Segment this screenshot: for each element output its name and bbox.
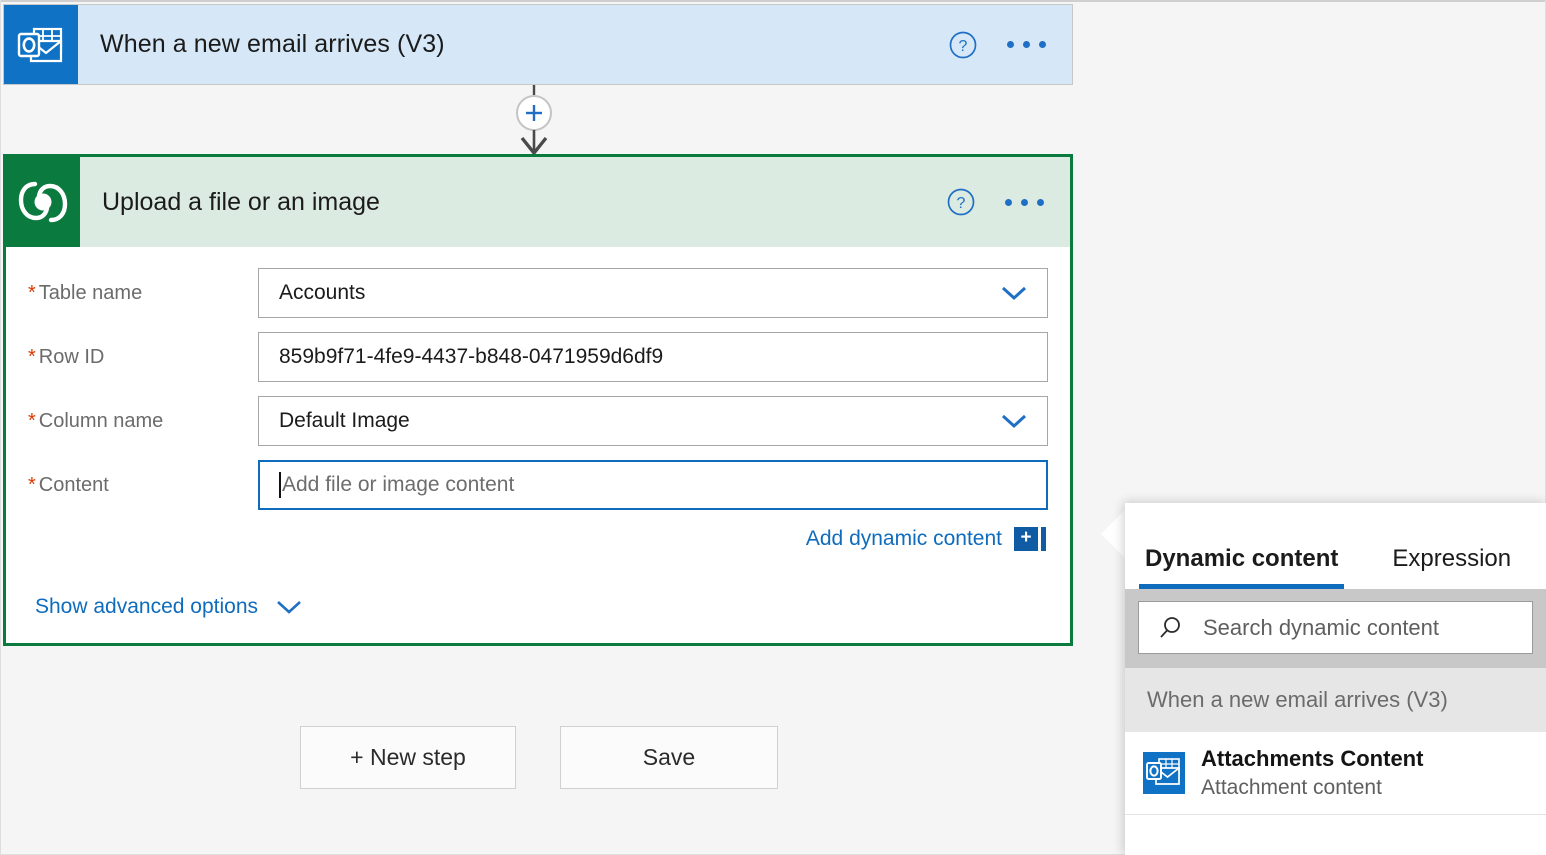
action-card-header: Upload a file or an image ? [6, 157, 1070, 247]
field-label-content: *Content [6, 474, 258, 497]
tab-dynamic-content[interactable]: Dynamic content [1139, 545, 1344, 589]
field-row-row-id: *Row ID 859b9f71-4fe9-4437-b848-0471959d… [6, 325, 1070, 389]
chevron-down-icon[interactable] [272, 597, 306, 617]
table-name-dropdown[interactable]: Accounts [258, 268, 1048, 318]
svg-text:?: ? [957, 195, 966, 212]
field-control-content: Add file or image content [258, 460, 1048, 510]
field-label-table-name: *Table name [6, 282, 258, 305]
table-name-value: Accounts [279, 281, 997, 305]
field-label-text: Table name [39, 282, 142, 304]
add-step-plus-icon[interactable] [508, 85, 560, 155]
trigger-title: When a new email arrives (V3) [100, 30, 949, 59]
dataverse-icon-glyph [17, 176, 69, 228]
canvas-left-border [0, 0, 1, 855]
dataverse-icon [6, 157, 80, 247]
field-label-text: Column name [39, 410, 164, 432]
search-icon [1157, 614, 1185, 642]
field-label-row-id: *Row ID [6, 346, 258, 369]
add-dynamic-content-link[interactable]: Add dynamic content [806, 527, 1002, 551]
ellipsis-icon[interactable] [1005, 199, 1044, 206]
list-item-text: Attachments Content Attachment content [1201, 746, 1423, 800]
dynamic-content-panel: Dynamic content Expression Search dynami… [1125, 503, 1546, 855]
plus-square-bar [1041, 527, 1046, 551]
svg-text:?: ? [959, 38, 968, 55]
outlook-icon-glyph [17, 25, 65, 65]
field-control-column-name: Default Image [258, 396, 1048, 446]
field-label-text: Row ID [39, 346, 105, 368]
action-card[interactable]: Upload a file or an image ? *Table name [3, 154, 1073, 646]
column-name-value: Default Image [279, 409, 997, 433]
plus-square-icon[interactable]: + [1014, 527, 1046, 551]
action-actions: ? [947, 188, 1044, 216]
plus-square-glyph: + [1014, 527, 1038, 551]
dynamic-panel-section-header: When a new email arrives (V3) [1125, 668, 1546, 732]
required-asterisk: * [28, 410, 36, 432]
required-asterisk: * [28, 346, 36, 368]
panel-pointer [1101, 508, 1127, 560]
action-buttons: + New step Save [300, 726, 778, 789]
show-advanced-options-row[interactable]: Show advanced options [6, 595, 1070, 619]
canvas-top-border [0, 0, 1546, 2]
ellipsis-icon[interactable] [1007, 41, 1046, 48]
trigger-card[interactable]: When a new email arrives (V3) ? [3, 4, 1073, 85]
content-input[interactable]: Add file or image content [258, 460, 1048, 510]
field-control-table-name: Accounts [258, 268, 1048, 318]
row-id-value: 859b9f71-4fe9-4437-b848-0471959d6df9 [279, 345, 1031, 369]
search-placeholder: Search dynamic content [1203, 615, 1439, 641]
show-advanced-options-label: Show advanced options [35, 595, 258, 619]
chevron-down-icon[interactable] [997, 410, 1031, 432]
action-title: Upload a file or an image [102, 188, 947, 217]
field-row-column-name: *Column name Default Image [6, 389, 1070, 453]
chevron-down-icon[interactable] [997, 282, 1031, 304]
field-label-text: Content [39, 474, 109, 496]
row-id-input[interactable]: 859b9f71-4fe9-4437-b848-0471959d6df9 [258, 332, 1048, 382]
action-form: *Table name Accounts *Row ID [6, 247, 1070, 619]
list-item[interactable]: Attachments Content Attachment content [1125, 732, 1546, 815]
column-name-dropdown[interactable]: Default Image [258, 396, 1048, 446]
tab-expression[interactable]: Expression [1386, 545, 1517, 589]
help-circle-icon[interactable]: ? [949, 31, 977, 59]
required-asterisk: * [28, 474, 36, 496]
new-step-button[interactable]: + New step [300, 726, 516, 789]
add-dynamic-content-row: Add dynamic content + [258, 527, 1048, 551]
list-item-subtitle: Attachment content [1201, 776, 1423, 800]
field-control-row-id: 859b9f71-4fe9-4437-b848-0471959d6df9 [258, 332, 1048, 382]
dynamic-panel-search-wrap: Search dynamic content [1125, 589, 1546, 668]
dynamic-panel-tabs: Dynamic content Expression [1125, 503, 1546, 589]
content-placeholder: Add file or image content [282, 473, 514, 497]
field-row-content: *Content Add file or image content [6, 453, 1070, 517]
field-row-table-name: *Table name Accounts [6, 261, 1070, 325]
save-button[interactable]: Save [560, 726, 778, 789]
required-asterisk: * [28, 282, 36, 304]
text-cursor [279, 472, 281, 498]
list-item-title: Attachments Content [1201, 746, 1423, 772]
search-input[interactable]: Search dynamic content [1138, 601, 1533, 654]
outlook-icon [1143, 752, 1185, 794]
outlook-icon [4, 5, 78, 84]
flow-designer-canvas: When a new email arrives (V3) ? [0, 0, 1546, 855]
trigger-actions: ? [949, 31, 1046, 59]
help-circle-icon[interactable]: ? [947, 188, 975, 216]
field-label-column-name: *Column name [6, 410, 258, 433]
